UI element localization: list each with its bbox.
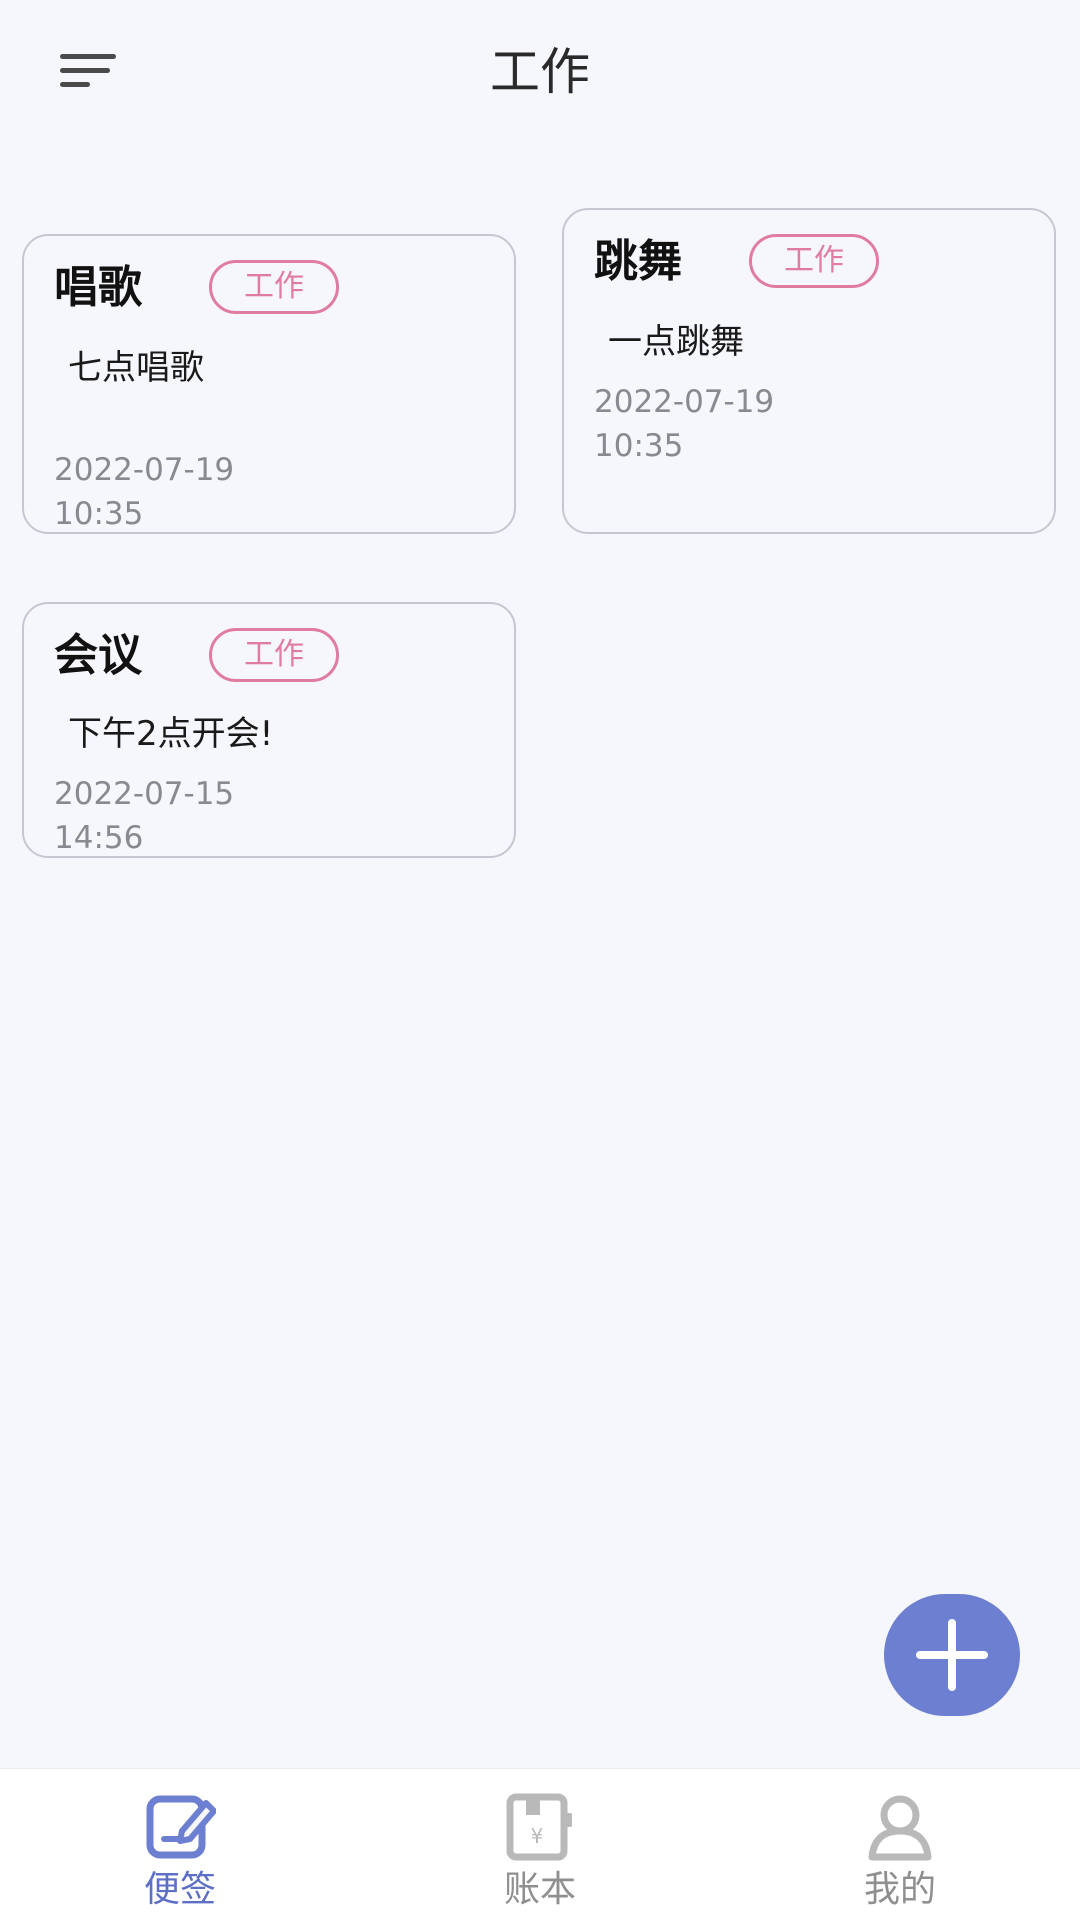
note-date: 2022-07-19 xyxy=(594,384,775,420)
note-title: 跳舞 xyxy=(594,236,682,287)
user-icon xyxy=(868,1795,932,1861)
nav-item-profile[interactable]: 我的 xyxy=(800,1769,1000,1920)
app-root: 工作 唱歌 工作 七点唱歌 2022-07-19 10:35 跳舞 工作 一点跳… xyxy=(0,0,1080,1920)
note-content: 七点唱歌 xyxy=(68,348,204,388)
ledger-icon: ¥ xyxy=(506,1793,572,1861)
note-title: 唱歌 xyxy=(54,262,142,313)
note-title: 会议 xyxy=(54,630,142,681)
note-date: 2022-07-19 xyxy=(54,452,235,488)
note-time: 10:35 xyxy=(54,496,144,532)
nav-label: 账本 xyxy=(503,1869,576,1910)
note-date: 2022-07-15 xyxy=(54,776,235,812)
nav-item-notes[interactable]: 便签 xyxy=(80,1769,280,1920)
note-tag-badge: 工作 xyxy=(209,260,339,314)
note-card[interactable]: 唱歌 工作 七点唱歌 2022-07-19 10:35 xyxy=(22,234,516,534)
note-edit-icon xyxy=(146,1795,216,1859)
page-title: 工作 xyxy=(490,43,590,101)
nav-label: 便签 xyxy=(143,1869,216,1910)
note-tag-badge: 工作 xyxy=(749,234,879,288)
note-card[interactable]: 跳舞 工作 一点跳舞 2022-07-19 10:35 xyxy=(562,208,1056,534)
note-content: 一点跳舞 xyxy=(608,322,744,362)
note-content: 下午2点开会! xyxy=(68,714,274,754)
bottom-nav: 便签 ¥ 账本 我的 xyxy=(0,1768,1080,1920)
svg-text:¥: ¥ xyxy=(531,1824,544,1848)
nav-item-ledger[interactable]: ¥ 账本 xyxy=(440,1769,640,1920)
note-time: 14:56 xyxy=(54,820,144,856)
note-card[interactable]: 会议 工作 下午2点开会! 2022-07-15 14:56 xyxy=(22,602,516,858)
nav-label: 我的 xyxy=(863,1869,936,1910)
add-note-button[interactable] xyxy=(884,1594,1020,1716)
note-tag-badge: 工作 xyxy=(209,628,339,682)
top-bar: 工作 xyxy=(0,0,1080,145)
note-time: 10:35 xyxy=(594,428,684,464)
